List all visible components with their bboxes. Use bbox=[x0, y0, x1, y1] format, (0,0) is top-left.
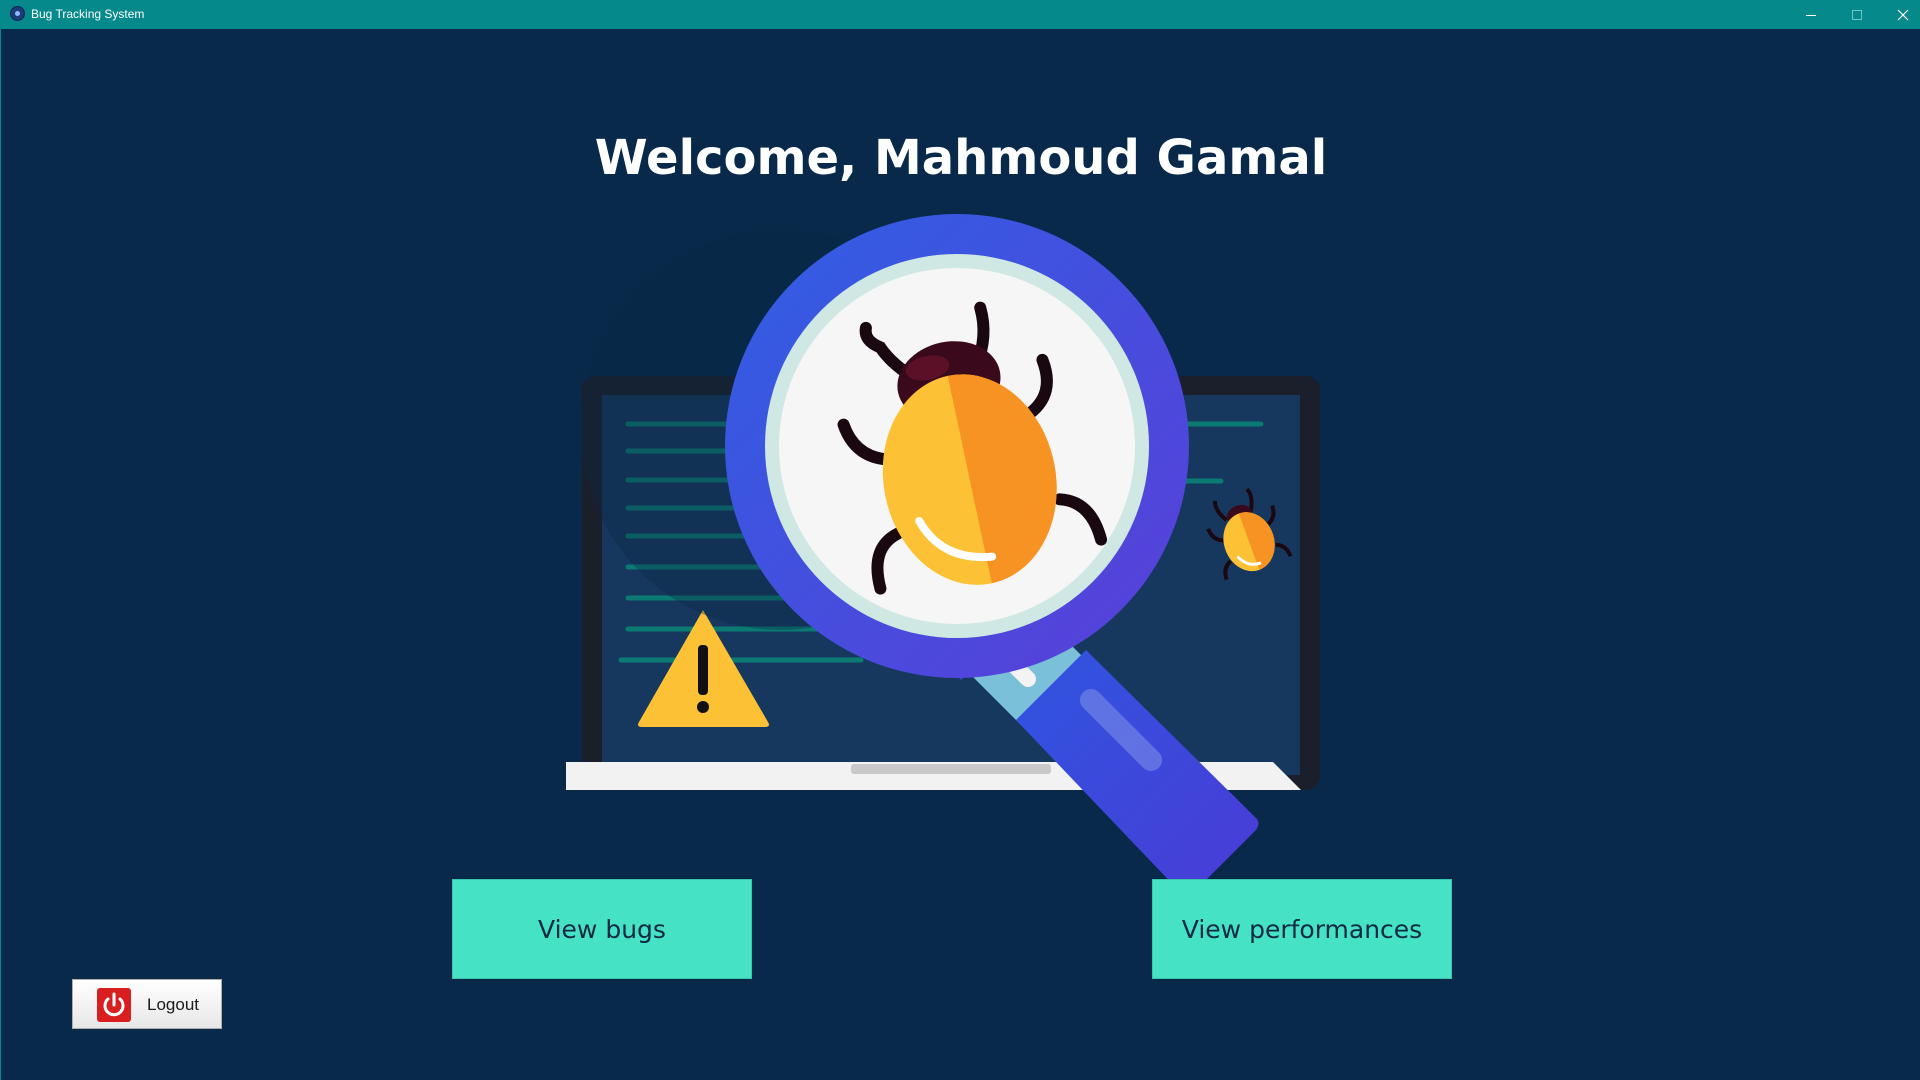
close-icon bbox=[1897, 9, 1909, 20]
window-title: Bug Tracking System bbox=[31, 7, 145, 21]
title-bar[interactable]: Bug Tracking System bbox=[1, 0, 1920, 29]
bug-search-illustration bbox=[566, 214, 1320, 890]
app-window: Bug Tracking System Welcome, Mahmoud Gam… bbox=[0, 0, 1920, 1080]
power-icon bbox=[97, 988, 131, 1022]
close-button[interactable] bbox=[1880, 0, 1920, 29]
logout-label: Logout bbox=[147, 995, 199, 1014]
app-icon bbox=[10, 6, 25, 21]
logout-button[interactable]: Logout bbox=[72, 979, 222, 1029]
view-bugs-button[interactable]: View bugs bbox=[452, 879, 752, 979]
minimize-icon bbox=[1806, 14, 1816, 16]
maximize-icon bbox=[1852, 9, 1862, 20]
minimize-button[interactable] bbox=[1788, 0, 1834, 29]
maximize-button[interactable] bbox=[1834, 0, 1880, 29]
welcome-heading: Welcome, Mahmoud Gamal bbox=[594, 130, 1328, 186]
view-performances-button[interactable]: View performances bbox=[1152, 879, 1452, 979]
